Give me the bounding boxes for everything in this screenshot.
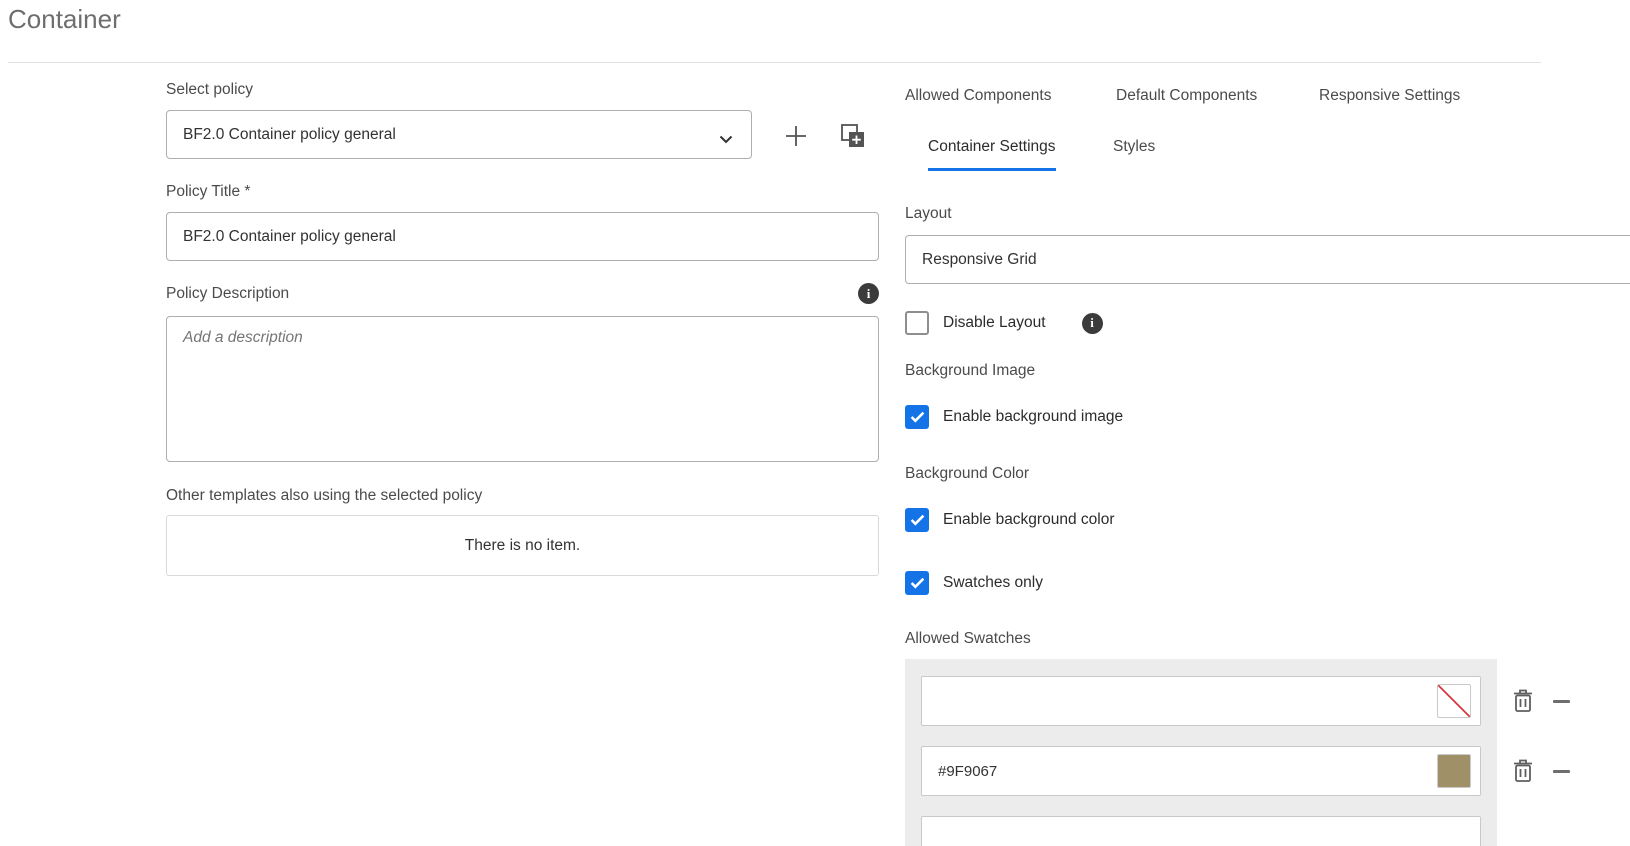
other-templates-empty-list: There is no item.	[166, 515, 879, 576]
enable-background-image-label: Enable background image	[943, 408, 1123, 426]
enable-background-color-checkbox[interactable]	[905, 508, 929, 532]
disable-layout-info-icon[interactable]: i	[1082, 313, 1103, 334]
tab-default-components[interactable]: Default Components	[1116, 87, 1257, 105]
disable-layout-label: Disable Layout	[943, 314, 1046, 332]
delete-swatch-button[interactable]	[1510, 688, 1536, 716]
tab-styles[interactable]: Styles	[1113, 138, 1155, 156]
delete-swatch-button[interactable]	[1510, 758, 1536, 786]
chevron-down-icon	[719, 131, 733, 149]
empty-list-text: There is no item.	[465, 537, 580, 555]
enable-background-image-row: Enable background image	[905, 404, 1123, 430]
policy-title-input[interactable]	[166, 212, 879, 261]
background-color-label: Background Color	[905, 465, 1029, 483]
copy-plus-icon	[840, 137, 866, 152]
select-policy-label: Select policy	[166, 81, 253, 99]
allowed-swatches-label: Allowed Swatches	[905, 630, 1031, 648]
other-templates-label: Other templates also using the selected …	[166, 487, 482, 505]
background-image-label: Background Image	[905, 362, 1035, 380]
duplicate-policy-button[interactable]	[839, 123, 867, 151]
enable-background-color-label: Enable background color	[943, 511, 1114, 529]
swatch-row	[921, 676, 1481, 726]
drag-handle[interactable]	[1553, 770, 1570, 773]
layout-label: Layout	[905, 205, 952, 223]
tab-allowed-components[interactable]: Allowed Components	[905, 87, 1051, 105]
layout-select[interactable]: Responsive Grid	[905, 235, 1630, 284]
swatches-only-row: Swatches only	[905, 570, 1043, 596]
tab-responsive-settings[interactable]: Responsive Settings	[1319, 87, 1460, 105]
policy-title-label: Policy Title *	[166, 183, 250, 201]
page-title: Container	[8, 4, 121, 35]
swatch-value-input[interactable]	[922, 747, 1480, 795]
swatch-color-chip-transparent	[1437, 684, 1471, 718]
policy-description-info-icon[interactable]: i	[858, 283, 879, 304]
layout-select-value: Responsive Grid	[922, 236, 1037, 283]
swatches-only-checkbox[interactable]	[905, 571, 929, 595]
policy-select[interactable]: BF2.0 Container policy general	[166, 110, 752, 159]
enable-background-color-row: Enable background color	[905, 507, 1114, 533]
check-icon	[910, 514, 925, 526]
policy-description-textarea[interactable]	[166, 316, 879, 462]
enable-background-image-checkbox[interactable]	[905, 405, 929, 429]
disable-layout-row: Disable Layout i	[905, 310, 1103, 336]
info-glyph: i	[867, 286, 871, 302]
swatch-color-chip	[1437, 754, 1471, 788]
plus-icon	[783, 137, 809, 152]
swatch-value-input[interactable]	[922, 677, 1480, 725]
disable-layout-checkbox[interactable]	[905, 311, 929, 335]
swatch-row	[921, 746, 1481, 796]
drag-handle[interactable]	[1553, 700, 1570, 703]
swatches-only-label: Swatches only	[943, 574, 1043, 592]
allowed-swatches-panel	[905, 659, 1497, 846]
policy-select-value: BF2.0 Container policy general	[183, 111, 396, 158]
swatch-row-partial	[921, 816, 1481, 846]
trash-icon	[1511, 772, 1535, 787]
check-icon	[910, 577, 925, 589]
check-icon	[910, 411, 925, 423]
trash-icon	[1511, 702, 1535, 717]
policy-description-label: Policy Description	[166, 285, 289, 303]
info-glyph: i	[1090, 315, 1094, 331]
header-divider	[8, 62, 1541, 63]
add-policy-button[interactable]	[782, 123, 810, 151]
tab-container-settings[interactable]: Container Settings	[928, 138, 1056, 171]
